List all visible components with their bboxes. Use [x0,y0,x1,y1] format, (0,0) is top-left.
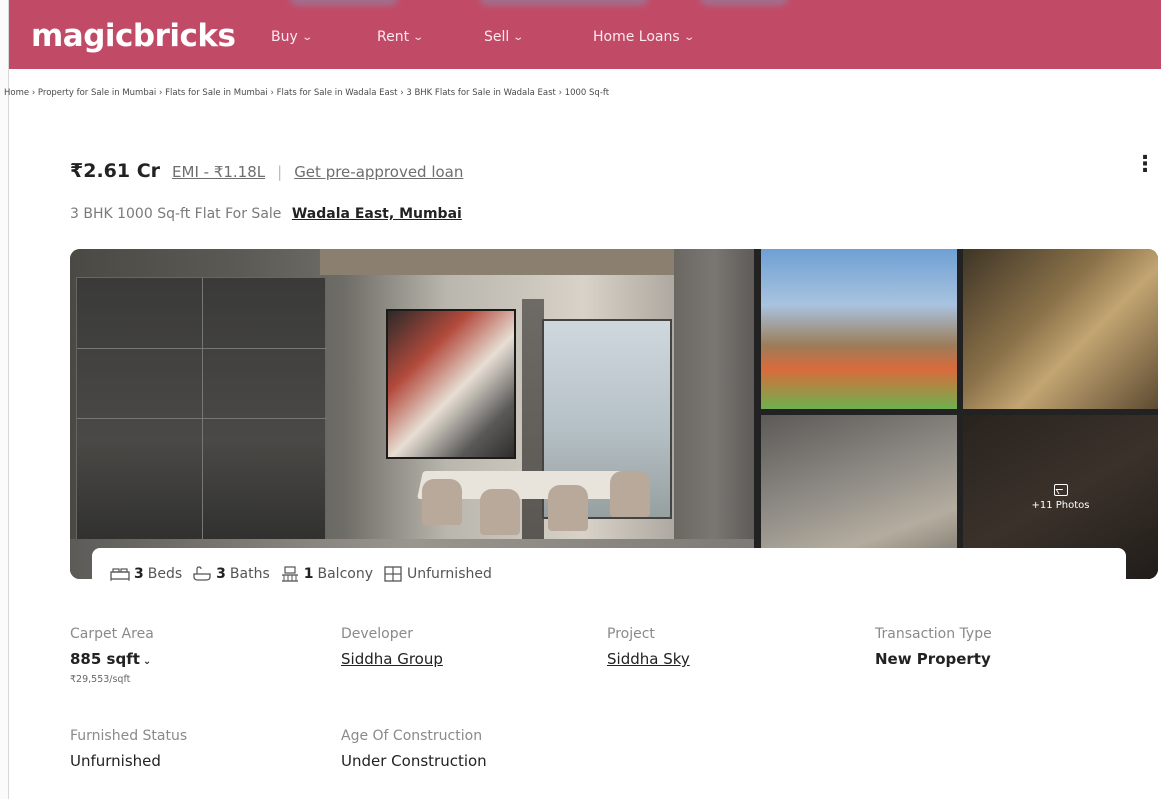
chevron-down-icon: ⌄ [682,31,695,43]
breadcrumb-property-mumbai[interactable]: Property for Sale in Mumbai [38,88,156,98]
furnished-status-label: Furnished Status [70,728,188,744]
nav-buy-label: Buy [271,29,298,45]
photo-ceiling [320,249,680,275]
detail-furnished-status: Furnished Status Unfurnished [70,728,187,770]
photo-chair [548,485,588,531]
price-separator: | [277,163,283,181]
beds-count: 3 [134,566,144,582]
nav-home-loans[interactable]: Home Loans ⌄ [593,29,695,45]
photo-curtain [522,299,544,539]
developer-link[interactable]: Siddha Group [341,650,443,668]
transaction-type-value: New Property [875,650,991,668]
feature-summary: 3 Beds 3 Baths 1 Balcony Unfurnished [92,548,1126,600]
photo-chair [422,479,462,525]
age-of-construction-value: Under Construction [341,752,487,770]
detail-age-of-construction: Age Of Construction Under Construction [341,728,487,770]
baths-label: Baths [229,566,270,582]
balcony-label: Balcony [317,566,374,582]
pre-approved-loan-link[interactable]: Get pre-approved loan [294,163,463,181]
carpet-area-value: 885 sqft [70,650,140,668]
more-photos-label: +11 Photos [1031,499,1090,511]
furnishing-icon [384,566,402,582]
feature-baths: 3 Baths [192,566,270,582]
nav-rent[interactable]: Rent ⌄ [377,29,425,45]
header-artifact [479,0,649,6]
emi-link[interactable]: EMI - ₹1.18L [172,163,265,181]
listing-subtitle: 3 BHK 1000 Sq-ft Flat For Sale Wadala Ea… [70,206,462,222]
price-row: ₹2.61 Cr EMI - ₹1.18L | Get pre-approved… [70,160,463,182]
breadcrumb-current: 1000 Sq-ft [564,88,610,98]
project-link[interactable]: Siddha Sky [607,650,690,668]
photo-artwork [386,309,516,459]
thumbnail-photo-2[interactable] [963,249,1158,409]
balcony-count: 1 [303,566,314,582]
detail-carpet-area: Carpet Area 885 sqft ⌄ ₹29,553/sqft [70,626,154,685]
photo-gallery: +11 Photos [70,249,1158,579]
breadcrumb-home[interactable]: Home [4,88,29,98]
photo-icon [1053,483,1068,496]
nav-home-loans-label: Home Loans [593,29,680,45]
project-label: Project [607,626,655,642]
breadcrumb: Home › Property for Sale in Mumbai › Fla… [4,88,610,98]
nav-buy[interactable]: Buy ⌄ [271,29,313,45]
main-photo[interactable] [70,249,754,579]
photo-wall-right [674,249,754,579]
top-navbar: magicbricks Buy ⌄ Rent ⌄ Sell ⌄ Home Loa… [9,0,1161,69]
window-left-edge [0,0,9,799]
detail-project: Project Siddha Sky [607,626,690,668]
header-artifact [289,0,399,6]
chevron-down-icon: ⌄ [512,31,525,43]
baths-count: 3 [216,566,226,582]
detail-transaction-type: Transaction Type New Property [875,626,992,668]
nav-rent-label: Rent [377,29,410,45]
transaction-type-label: Transaction Type [875,626,992,642]
more-options-icon[interactable]: ⋮ [1134,154,1156,176]
chevron-down-icon: ⌄ [301,31,313,43]
bath-icon [193,566,211,581]
breadcrumb-flats-mumbai[interactable]: Flats for Sale in Mumbai [165,88,268,98]
location-link[interactable]: Wadala East, Mumbai [292,206,462,222]
breadcrumb-3bhk-wadala-east[interactable]: 3 BHK Flats for Sale in Wadala East [406,88,556,98]
beds-label: Beds [147,566,183,582]
header-artifact [699,0,789,6]
photo-wall-panel [76,277,327,548]
carpet-area-value-row[interactable]: 885 sqft ⌄ [70,650,154,668]
photo-chair [610,471,650,517]
age-of-construction-label: Age Of Construction [341,728,483,744]
listing-title: 3 BHK 1000 Sq-ft Flat For Sale [70,206,282,222]
magicbricks-logo[interactable]: magicbricks [31,18,236,54]
balcony-icon [281,566,298,582]
carpet-area-label: Carpet Area [70,626,154,642]
nav-sell-label: Sell [484,29,510,45]
detail-developer: Developer Siddha Group [341,626,443,668]
feature-furnishing: Unfurnished [383,566,492,582]
photo-chair [480,489,520,535]
nav-sell[interactable]: Sell ⌄ [484,29,525,45]
developer-label: Developer [341,626,414,642]
furnishing-label: Unfurnished [407,566,492,582]
furnished-status-value: Unfurnished [70,752,161,770]
breadcrumb-flats-wadala-east[interactable]: Flats for Sale in Wadala East [277,88,398,98]
bed-icon [110,568,130,581]
thumbnail-photo-1[interactable] [761,249,957,409]
feature-balcony: 1 Balcony [280,566,373,582]
listing-price: ₹2.61 Cr [70,160,161,182]
price-per-sqft: ₹29,553/sqft [70,674,131,685]
feature-beds: 3 Beds [110,566,182,582]
chevron-down-icon: ⌄ [412,31,425,43]
chevron-down-icon: ⌄ [142,656,152,667]
